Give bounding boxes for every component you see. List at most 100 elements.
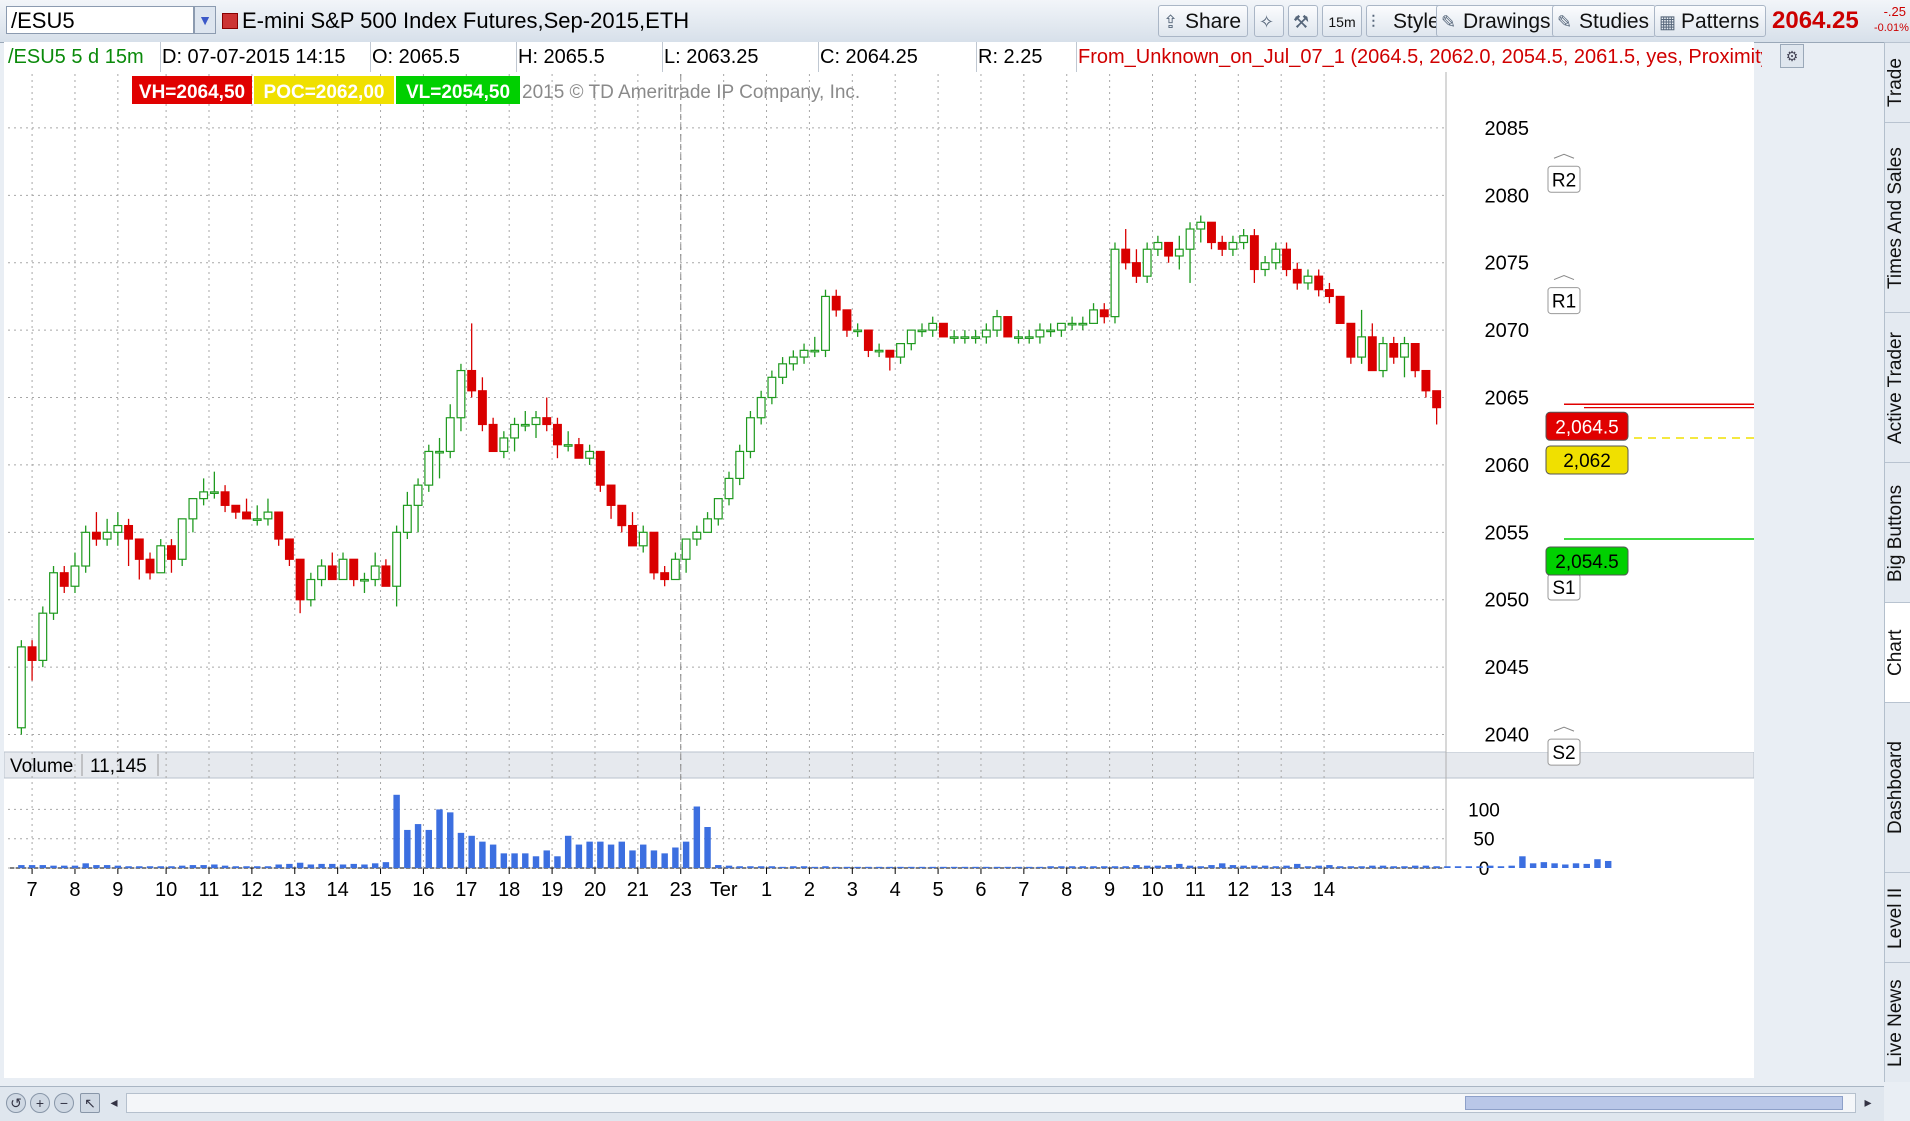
volume-bar xyxy=(865,866,872,868)
candle-body xyxy=(863,329,873,351)
candle-body xyxy=(445,417,455,453)
chart-settings-icon[interactable]: ⚙ xyxy=(1780,44,1804,68)
share-button[interactable]: ⇪ Share xyxy=(1158,5,1249,37)
volume-bar xyxy=(307,864,315,868)
candle-body xyxy=(327,565,337,581)
y-tick-label: 2075 xyxy=(1485,253,1530,275)
timeframe-button[interactable]: 15m xyxy=(1322,5,1362,37)
style-button[interactable]: ⫶ Style xyxy=(1366,5,1447,37)
tab-live-news[interactable]: Live News xyxy=(1885,962,1910,1083)
tab-times-and-sales[interactable]: Times And Sales xyxy=(1885,122,1910,313)
tab-big-buttons[interactable]: Big Buttons xyxy=(1885,462,1910,603)
symbol-dropdown-icon[interactable]: ▼ xyxy=(194,6,216,34)
tab-trade[interactable]: Trade xyxy=(1885,42,1910,123)
scroll-right-icon[interactable]: ▸ xyxy=(1858,1093,1878,1113)
candle-body xyxy=(113,524,123,533)
volume-bar xyxy=(189,865,197,868)
volume-bar xyxy=(28,865,36,868)
volume-bar xyxy=(640,844,647,868)
zoom-reset-icon[interactable]: ↺ xyxy=(6,1093,26,1113)
volume-bar xyxy=(693,806,701,868)
zoom-out-icon[interactable]: − xyxy=(54,1093,74,1113)
candle-body xyxy=(510,423,520,439)
x-tick-label: 7 xyxy=(27,879,38,901)
volume-bar xyxy=(275,864,282,868)
volume-bar xyxy=(1165,865,1172,868)
symbol-input[interactable]: /ESU5 xyxy=(6,6,194,34)
volume-bar xyxy=(940,866,947,868)
volume-bar xyxy=(1540,862,1548,868)
candle-body xyxy=(896,343,906,358)
link-icon[interactable] xyxy=(222,13,238,29)
pointer-icon[interactable]: ↖ xyxy=(80,1093,100,1113)
volume-title: Volume xyxy=(10,756,73,777)
candle-body xyxy=(520,423,530,427)
tab-level-ii[interactable]: Level II xyxy=(1885,872,1910,963)
volume-bar xyxy=(972,866,979,868)
volume-bar xyxy=(125,866,132,868)
volume-bar xyxy=(1294,863,1301,868)
tab-active-trader[interactable]: Active Trader xyxy=(1885,312,1910,463)
candle-body xyxy=(1217,241,1227,250)
candle-body xyxy=(692,531,702,540)
candle-body xyxy=(1024,336,1034,339)
x-tick-label: 20 xyxy=(584,879,606,901)
candle-body xyxy=(402,504,412,533)
crosshair-tool-button[interactable]: ✧ xyxy=(1254,5,1284,37)
tab-chart[interactable]: Chart xyxy=(1885,602,1910,703)
candle-body xyxy=(842,309,852,331)
volume-bar xyxy=(178,865,186,868)
candle-body xyxy=(1185,228,1195,250)
candle-body xyxy=(745,417,755,453)
x-tick-label: 8 xyxy=(1061,879,1072,901)
candle-body xyxy=(938,322,948,338)
candle-body xyxy=(563,444,573,447)
candle-body xyxy=(885,349,895,358)
volume-bar xyxy=(114,865,122,868)
zoom-in-icon[interactable]: + xyxy=(30,1093,50,1113)
volume-bar xyxy=(1508,865,1515,868)
patterns-button[interactable]: ▦ Patterns xyxy=(1654,5,1767,37)
volume-bar xyxy=(779,866,786,868)
volume-bar xyxy=(1015,866,1022,868)
volume-bar xyxy=(1004,866,1011,868)
candle-body xyxy=(1410,343,1420,372)
last-price: 2064.25 xyxy=(1772,7,1859,34)
volume-bar xyxy=(950,866,958,868)
volume-bar xyxy=(629,850,636,868)
volume-bar xyxy=(1079,866,1087,868)
overlay-badge-text: VH=2064,50 xyxy=(139,82,245,103)
candle-body xyxy=(167,545,176,560)
volume-bar xyxy=(575,844,583,868)
study-label[interactable]: From_Unknown_on_Jul_07_1 (2064.5, 2062.0… xyxy=(1074,42,1762,72)
volume-bar xyxy=(371,863,379,868)
chart-period[interactable]: /ESU5 5 d 15m xyxy=(4,42,161,72)
candle-body xyxy=(1207,221,1216,244)
chart-area[interactable]: 2085 2080 2075 2070 2065 2060 2055 2050 2045 2040… xyxy=(3,72,1884,1078)
candle-body xyxy=(1067,322,1077,326)
volume-bar xyxy=(1487,865,1494,868)
volume-tick-label: 100 xyxy=(1468,800,1500,821)
volume-bar xyxy=(811,866,818,868)
time-scrollbar[interactable] xyxy=(126,1093,1856,1113)
candle-body xyxy=(831,295,841,311)
candle-body xyxy=(595,450,605,486)
price-chart[interactable]: 2085208020752070206520602055205020452040… xyxy=(3,72,1884,1078)
volume-bar xyxy=(543,850,550,868)
candle-body xyxy=(810,349,820,353)
tab-dashboard[interactable]: Dashboard xyxy=(1885,702,1910,873)
drawings-button[interactable]: ✎ Drawings xyxy=(1436,5,1558,37)
volume-bar xyxy=(993,866,1001,868)
scrollbar-thumb[interactable] xyxy=(1465,1096,1843,1110)
studies-button[interactable]: ✎ Studies xyxy=(1552,5,1657,37)
candle-body xyxy=(735,450,745,480)
candle-body xyxy=(960,336,970,339)
settings-tool-button[interactable]: ⚒ xyxy=(1288,5,1318,37)
volume-bar xyxy=(1036,866,1044,868)
volume-bar xyxy=(1326,865,1333,868)
candle-body xyxy=(124,524,134,540)
candle-body xyxy=(874,349,884,353)
scroll-left-icon[interactable]: ◂ xyxy=(104,1093,124,1113)
candle-body xyxy=(1271,248,1281,264)
candle-body xyxy=(713,498,723,520)
